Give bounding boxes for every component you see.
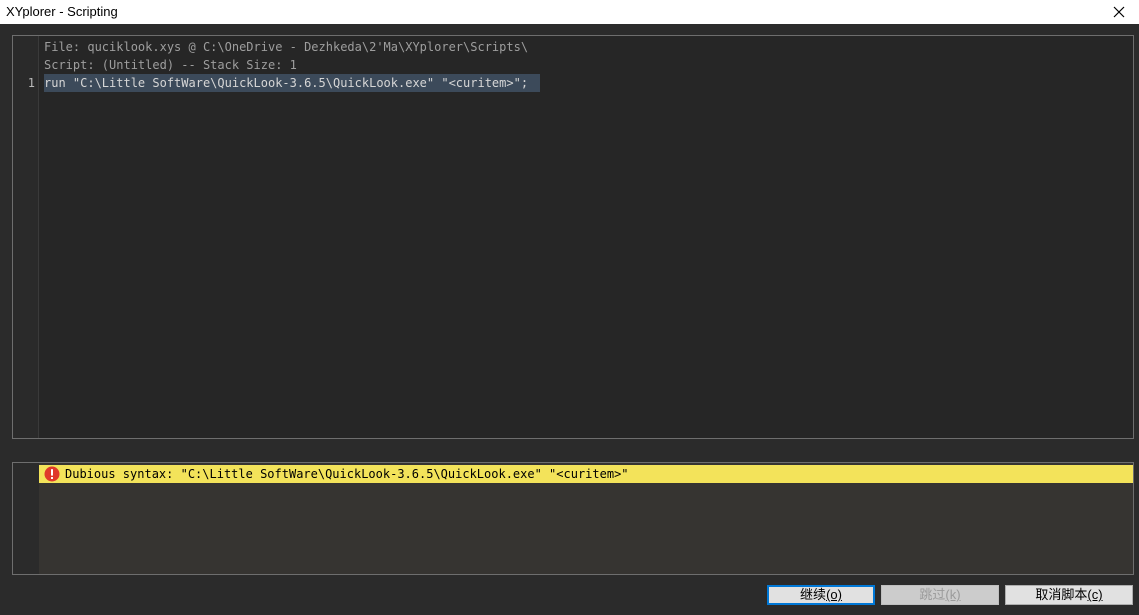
continue-button-label: 继续 xyxy=(800,587,827,602)
skip-button[interactable]: 跳过(k) xyxy=(881,585,999,605)
close-button[interactable] xyxy=(1107,0,1131,24)
close-icon xyxy=(1113,6,1125,18)
line-number-gutter xyxy=(13,36,39,438)
line-number: 1 xyxy=(27,76,35,90)
continue-button[interactable]: 继续(o) xyxy=(767,585,875,605)
title-bar: XYplorer - Scripting xyxy=(0,0,1139,24)
cancel-script-button[interactable]: 取消脚本(c) xyxy=(1005,585,1133,605)
continue-button-accel: (o) xyxy=(826,587,842,602)
cancel-button-accel: (c) xyxy=(1087,587,1103,602)
cancel-button-label: 取消脚本 xyxy=(1035,587,1088,602)
file-header-line: File: quciklook.xys @ C:\OneDrive - Dezh… xyxy=(44,40,529,54)
error-icon xyxy=(44,466,60,482)
window-title: XYplorer - Scripting xyxy=(6,4,118,19)
code-line-selected[interactable]: run "C:\Little SoftWare\QuickLook-3.6.5\… xyxy=(44,74,541,92)
message-gutter xyxy=(13,463,39,574)
skip-button-accel: (k) xyxy=(945,587,961,602)
script-editor[interactable]: File: quciklook.xys @ C:\OneDrive - Dezh… xyxy=(12,35,1134,439)
error-message-row[interactable]: Dubious syntax: "C:\Little SoftWare\Quic… xyxy=(39,465,1133,483)
message-panel: Dubious syntax: "C:\Little SoftWare\Quic… xyxy=(12,462,1134,575)
error-message-text: Dubious syntax: "C:\Little SoftWare\Quic… xyxy=(65,467,629,481)
script-header-line: Script: (Untitled) -- Stack Size: 1 xyxy=(44,58,297,72)
skip-button-label: 跳过 xyxy=(919,587,946,602)
